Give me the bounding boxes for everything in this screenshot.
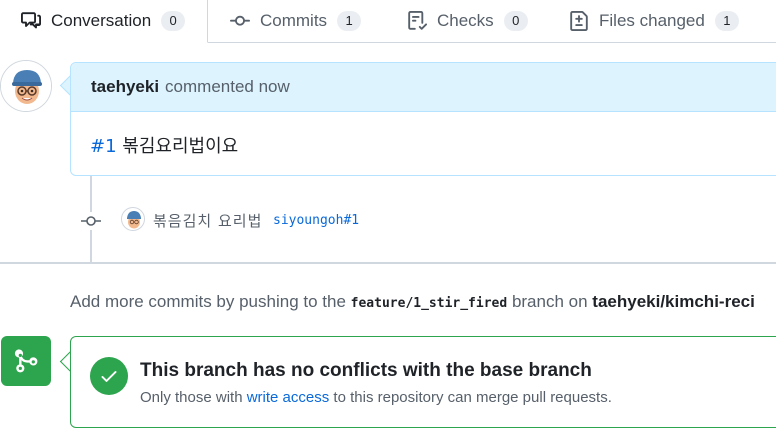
merge-sub-prefix: Only those with <box>140 389 243 406</box>
memoji-avatar-icon <box>127 211 141 229</box>
comment-text: 볶김요리법이요 <box>122 136 239 157</box>
tab-conversation-count: 0 <box>161 11 186 31</box>
tab-commits[interactable]: Commits 1 <box>230 0 362 42</box>
merge-status-title: This branch has no conflicts with the ba… <box>140 360 592 381</box>
git-commit-icon <box>80 212 102 230</box>
comment-body: #1 볶김요리법이요 <box>71 112 776 158</box>
tab-files-changed[interactable]: Files changed 1 <box>569 0 739 42</box>
merge-status-subtitle: Only those with write access to this rep… <box>140 389 612 406</box>
commit-author-avatar[interactable] <box>121 207 145 231</box>
tab-conversation[interactable]: Conversation 0 <box>0 0 208 43</box>
checklist-icon <box>407 11 427 31</box>
tab-commits-count: 1 <box>337 11 362 31</box>
tab-checks[interactable]: Checks 0 <box>407 0 528 42</box>
comment-author[interactable]: taehyeki <box>91 77 159 97</box>
timeline-divider <box>0 262 776 264</box>
repo-name: taehyeki/kimchi-reci <box>592 292 755 311</box>
merge-sub-suffix: to this repository can merge pull reques… <box>333 389 612 406</box>
avatar[interactable] <box>0 60 52 112</box>
comment-header: taehyeki commented now <box>71 63 776 112</box>
commit-message-link[interactable]: 볶음김치 요리법 <box>153 210 262 231</box>
tab-files-changed-count: 1 <box>714 11 739 31</box>
issue-reference-link[interactable]: #1 <box>90 136 117 157</box>
comment-timestamp[interactable]: commented now <box>165 77 290 97</box>
git-merge-icon <box>1 336 51 386</box>
merge-status-box <box>70 336 776 428</box>
branch-name: feature/1_stir_fired <box>350 296 508 311</box>
push-note: Add more commits by pushing to the featu… <box>70 292 755 312</box>
git-commit-icon <box>230 11 250 31</box>
check-circle-icon <box>90 357 128 395</box>
push-note-middle: branch on <box>511 292 588 311</box>
comment-box: taehyeki commented now #1 볶김요리법이요 <box>70 62 776 176</box>
push-note-prefix: Add more commits by pushing to the <box>70 292 346 311</box>
commit-author-ref[interactable]: siyoungoh#1 <box>273 213 359 228</box>
tab-checks-count: 0 <box>503 11 528 31</box>
memoji-avatar-icon <box>1 61 51 111</box>
tab-files-changed-label: Files changed <box>599 11 705 30</box>
tab-conversation-label: Conversation <box>51 11 152 30</box>
file-diff-icon <box>569 11 589 31</box>
tab-checks-label: Checks <box>437 11 494 30</box>
pr-tabbar: Conversation 0 Commits 1 Checks 0 Files … <box>0 0 776 43</box>
tab-commits-label: Commits <box>260 11 328 30</box>
comment-discussion-icon <box>21 11 41 31</box>
write-access-link[interactable]: write access <box>247 389 330 406</box>
